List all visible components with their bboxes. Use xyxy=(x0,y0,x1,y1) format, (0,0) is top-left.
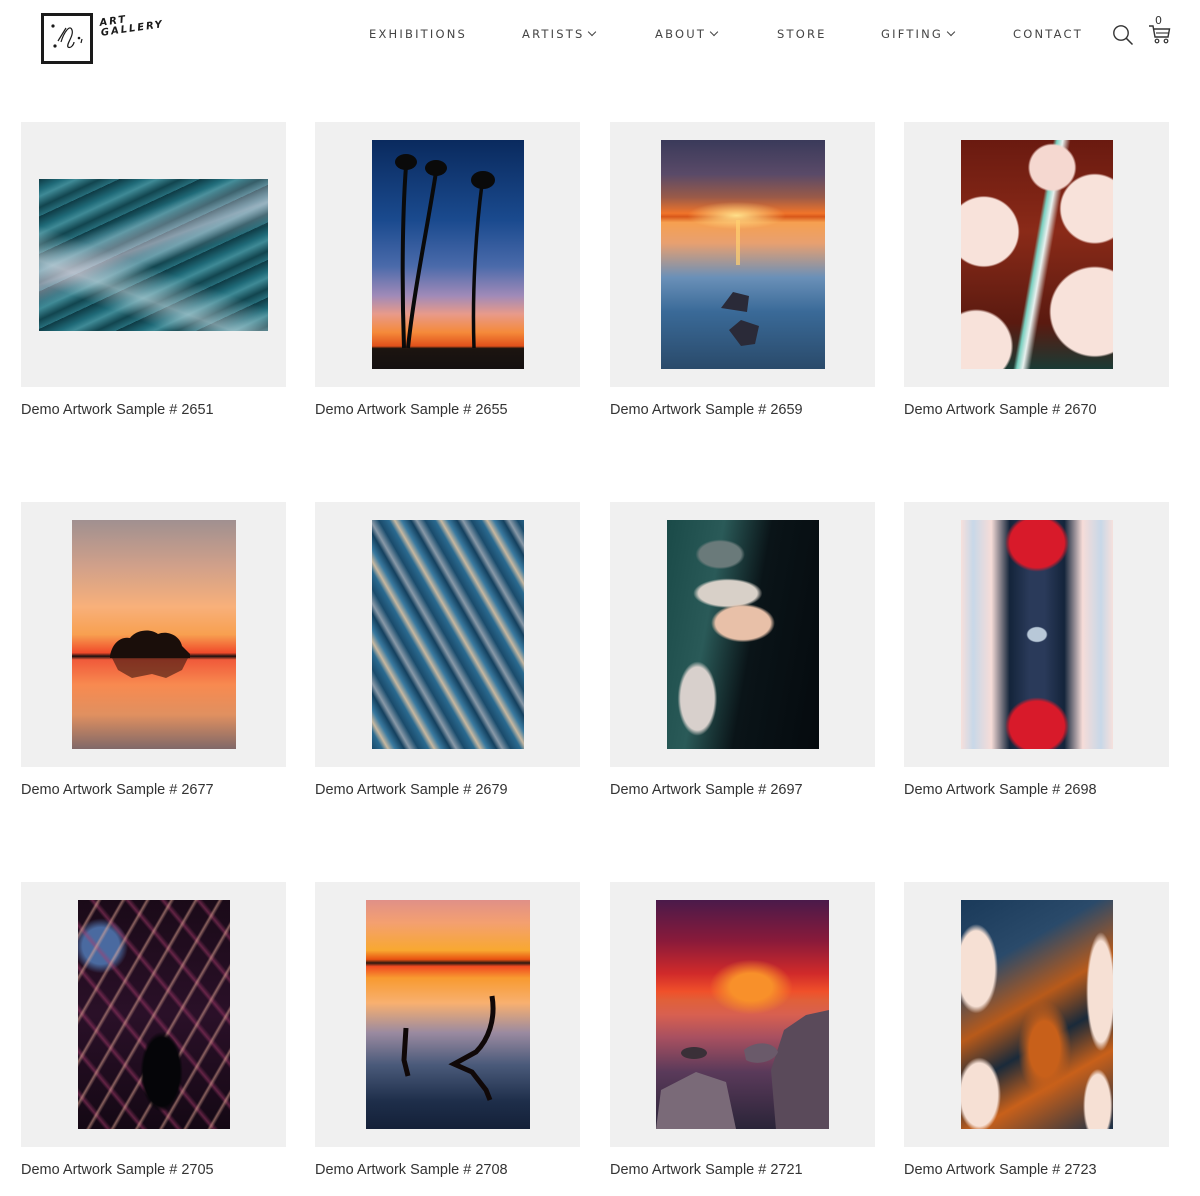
artwork-card[interactable] xyxy=(21,882,286,1147)
artwork-title[interactable]: Demo Artwork Sample # 2721 xyxy=(610,1162,803,1178)
nav-about-label: ABOUT xyxy=(655,27,707,41)
artwork-image xyxy=(372,520,524,749)
artwork-title[interactable]: Demo Artwork Sample # 2723 xyxy=(904,1162,1097,1178)
cart-button[interactable] xyxy=(1148,23,1172,50)
artwork-card[interactable] xyxy=(315,882,580,1147)
nav-gifting[interactable]: GIFTING xyxy=(881,27,956,41)
artwork-card[interactable] xyxy=(21,502,286,767)
artwork-image xyxy=(366,900,530,1129)
artwork-image xyxy=(72,520,236,749)
artwork-title[interactable]: Demo Artwork Sample # 2655 xyxy=(315,402,508,418)
artwork-image xyxy=(78,900,230,1129)
artwork-card[interactable] xyxy=(904,122,1169,387)
artwork-title[interactable]: Demo Artwork Sample # 2705 xyxy=(21,1162,214,1178)
artwork-image xyxy=(667,520,819,749)
search-icon xyxy=(1113,25,1134,46)
artwork-title[interactable]: Demo Artwork Sample # 2677 xyxy=(21,782,214,798)
nav-store-label: STORE xyxy=(777,27,827,41)
nav-contact[interactable]: CONTACT xyxy=(1013,27,1083,41)
nav-contact-label: CONTACT xyxy=(1013,27,1083,41)
artwork-image xyxy=(961,140,1113,369)
chevron-down-icon xyxy=(946,27,956,37)
artwork-image xyxy=(661,140,825,369)
nav-gifting-label: GIFTING xyxy=(881,27,944,41)
artwork-card[interactable] xyxy=(904,882,1169,1147)
artwork-title[interactable]: Demo Artwork Sample # 2659 xyxy=(610,402,803,418)
artwork-card[interactable] xyxy=(610,122,875,387)
nav-exhibitions[interactable]: EXHIBITIONS xyxy=(369,27,467,41)
artwork-card[interactable] xyxy=(610,502,875,767)
search-button[interactable] xyxy=(1112,24,1134,51)
nav-artists-label: ARTISTS xyxy=(522,27,585,41)
artwork-title[interactable]: Demo Artwork Sample # 2697 xyxy=(610,782,803,798)
artwork-image xyxy=(372,140,524,369)
artwork-card[interactable] xyxy=(610,882,875,1147)
nav-store[interactable]: STORE xyxy=(777,27,827,41)
chevron-down-icon xyxy=(588,27,597,37)
cart-count-badge: 0 xyxy=(1155,14,1162,27)
artwork-image xyxy=(961,520,1113,749)
artwork-title[interactable]: Demo Artwork Sample # 2670 xyxy=(904,402,1097,418)
artwork-title[interactable]: Demo Artwork Sample # 2708 xyxy=(315,1162,508,1178)
artwork-title[interactable]: Demo Artwork Sample # 2651 xyxy=(21,402,214,418)
nav-exhibitions-label: EXHIBITIONS xyxy=(369,27,468,41)
artwork-image xyxy=(39,179,268,331)
nav-artists[interactable]: ARTISTS xyxy=(522,27,597,41)
logo-text: ART GALLERY xyxy=(99,10,165,39)
artwork-image xyxy=(656,900,829,1129)
artwork-title[interactable]: Demo Artwork Sample # 2679 xyxy=(315,782,508,798)
nav-about[interactable]: ABOUT xyxy=(655,27,719,41)
artwork-card[interactable] xyxy=(315,122,580,387)
artwork-title[interactable]: Demo Artwork Sample # 2698 xyxy=(904,782,1097,798)
artwork-card[interactable] xyxy=(904,502,1169,767)
artwork-image xyxy=(961,900,1113,1129)
logo-icon xyxy=(41,13,93,64)
artwork-card[interactable] xyxy=(21,122,286,387)
artwork-card[interactable] xyxy=(315,502,580,767)
chevron-down-icon xyxy=(709,27,719,37)
